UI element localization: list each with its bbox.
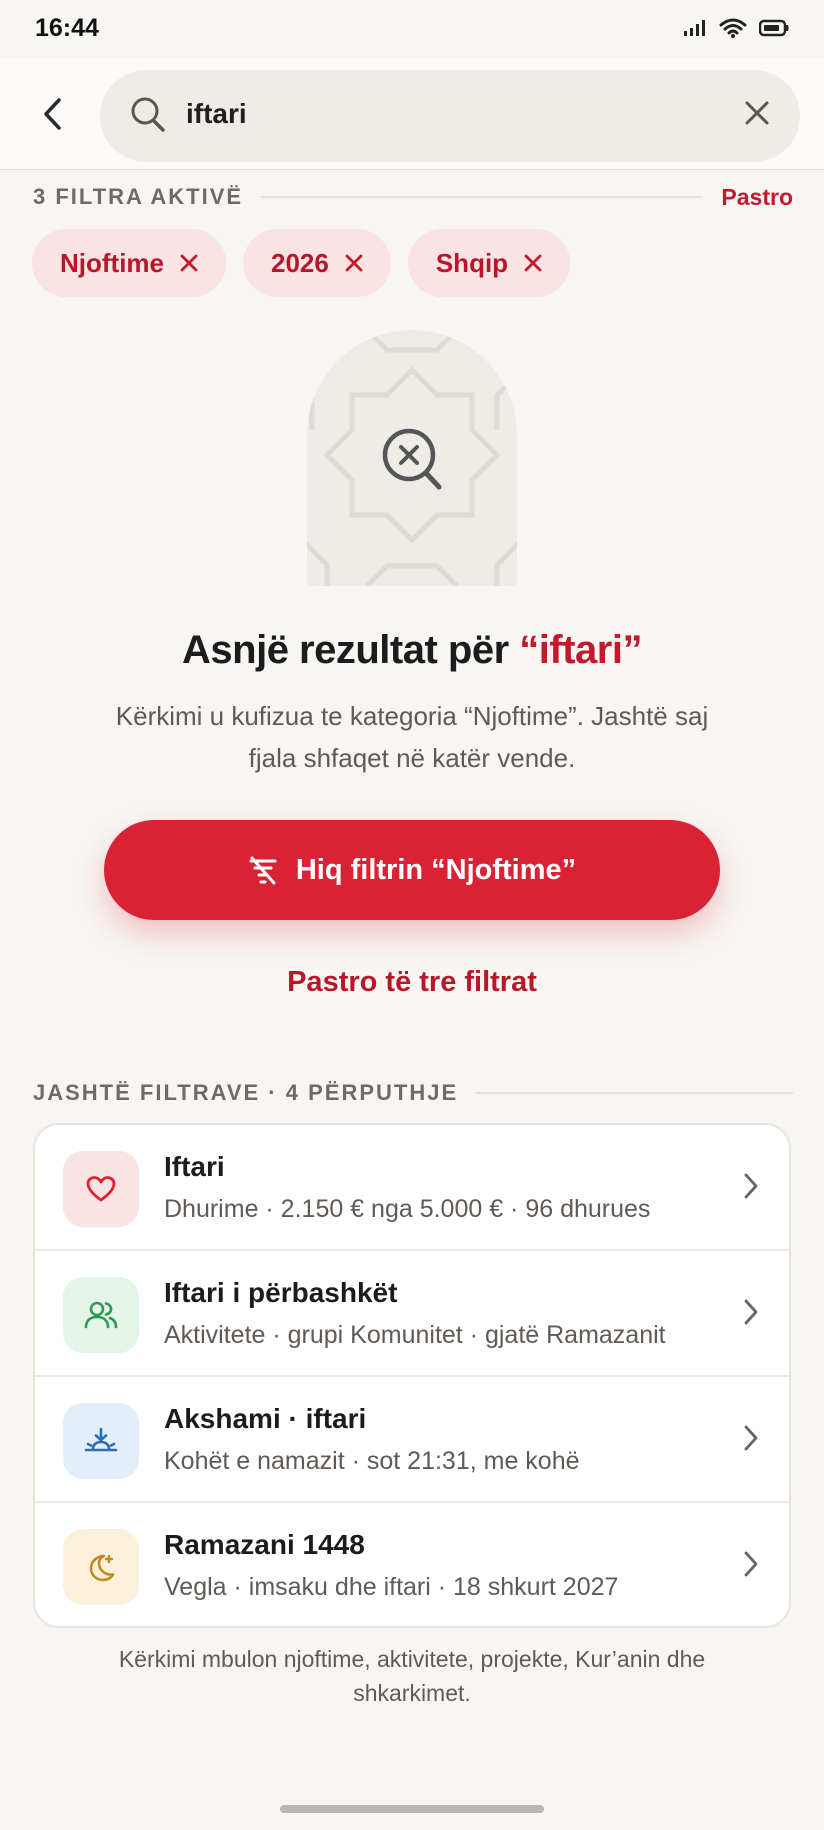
- search-query[interactable]: iftari: [186, 98, 247, 130]
- clear-search-icon[interactable]: [742, 98, 772, 128]
- clear-all-filters-link[interactable]: Pastro të tre filtrat: [0, 966, 824, 999]
- list-item[interactable]: Iftari Dhurime · 2.150 € nga 5.000 € · 9…: [35, 1125, 789, 1251]
- search-header: iftari: [0, 58, 824, 170]
- item-title: Iftari i përbashkët: [164, 1277, 398, 1308]
- close-icon[interactable]: [345, 254, 363, 272]
- home-indicator[interactable]: [280, 1805, 544, 1813]
- item-title: Iftari: [164, 1151, 225, 1182]
- active-filters-label: 3 FILTRA AKTIVË: [33, 184, 244, 209]
- signal-icon: [684, 20, 705, 36]
- users-icon: [84, 1301, 118, 1329]
- item-icon-tile: [63, 1403, 139, 1479]
- divider: [261, 196, 704, 198]
- remove-filter-button[interactable]: Hiq filtrin “Njoftime”: [104, 820, 720, 920]
- active-filters-header: 3 FILTRA AKTIVË Pastro: [33, 182, 793, 212]
- filter-off-icon: [249, 856, 277, 885]
- chevron-left-icon: [44, 98, 61, 130]
- search-input[interactable]: iftari: [100, 70, 800, 162]
- status-time: 16:44: [35, 14, 99, 42]
- back-button[interactable]: [33, 88, 73, 140]
- item-subtitle: Kohët e namazit · sot 21:31, me kohë: [164, 1447, 580, 1475]
- outside-filters-header: JASHTË FILTRAVE · 4 PËRPUTHJE: [33, 1078, 793, 1108]
- no-results-illustration: [307, 330, 517, 586]
- battery-icon: [759, 19, 789, 37]
- search-scope-note: Kërkimi mbulon njoftime, aktivitete, pro…: [118, 1646, 706, 1706]
- item-icon-tile: [63, 1529, 139, 1605]
- chevron-right-icon: [744, 1299, 758, 1325]
- chevron-right-icon: [744, 1551, 758, 1577]
- close-icon[interactable]: [524, 254, 542, 272]
- list-item[interactable]: Akshami · iftari Kohët e namazit · sot 2…: [35, 1377, 789, 1503]
- moon-star-icon: [89, 1554, 115, 1582]
- list-item[interactable]: Iftari i përbashkët Aktivitete · grupi K…: [35, 1251, 789, 1377]
- empty-state-title: Asnjë rezultat për “iftari”: [0, 628, 824, 673]
- clear-filters-link[interactable]: Pastro: [721, 184, 793, 211]
- empty-state-description: Kërkimi u kufizua te kategoria “Njoftime…: [115, 701, 709, 773]
- item-icon-tile: [63, 1151, 139, 1227]
- filter-chip-njoftime[interactable]: Njoftime: [32, 229, 226, 297]
- search-icon: [131, 97, 165, 132]
- filter-chip-label: 2026: [271, 247, 329, 278]
- close-icon[interactable]: [180, 254, 198, 272]
- filter-chip-shqip[interactable]: Shqip: [407, 229, 571, 297]
- empty-title-prefix: Asnjë rezultat për: [182, 628, 520, 672]
- heart-icon: [86, 1176, 116, 1202]
- sunset-icon: [84, 1427, 118, 1452]
- item-title: Akshami · iftari: [164, 1403, 367, 1434]
- item-title: Ramazani 1448: [164, 1529, 365, 1560]
- filter-chips: Njoftime 2026 Shqip: [32, 229, 571, 297]
- item-icon-tile: [63, 1277, 139, 1353]
- filter-chip-label: Njoftime: [60, 247, 164, 278]
- remove-filter-label: Hiq filtrin “Njoftime”: [295, 853, 577, 886]
- chevron-right-icon: [744, 1173, 758, 1199]
- status-icons: [683, 18, 789, 38]
- chevron-right-icon: [744, 1425, 758, 1451]
- item-subtitle: Vegla · imsaku dhe iftari · 18 shkurt 20…: [164, 1573, 619, 1601]
- wifi-icon: [719, 18, 747, 38]
- filter-chip-label: Shqip: [435, 247, 509, 278]
- outside-results-list: Iftari Dhurime · 2.150 € nga 5.000 € · 9…: [33, 1123, 791, 1628]
- divider: [476, 1092, 793, 1094]
- status-bar: 16:44: [0, 0, 824, 58]
- item-subtitle: Dhurime · 2.150 € nga 5.000 € · 96 dhuru…: [164, 1195, 651, 1223]
- pattern-illustration: [307, 330, 517, 586]
- item-subtitle: Aktivitete · grupi Komunitet · gjatë Ram…: [164, 1321, 666, 1349]
- outside-filters-label: JASHTË FILTRAVE · 4 PËRPUTHJE: [33, 1080, 459, 1105]
- empty-title-query: “iftari”: [519, 628, 642, 672]
- list-item[interactable]: Ramazani 1448 Vegla · imsaku dhe iftari …: [35, 1503, 789, 1626]
- filter-chip-2026[interactable]: 2026: [243, 229, 391, 297]
